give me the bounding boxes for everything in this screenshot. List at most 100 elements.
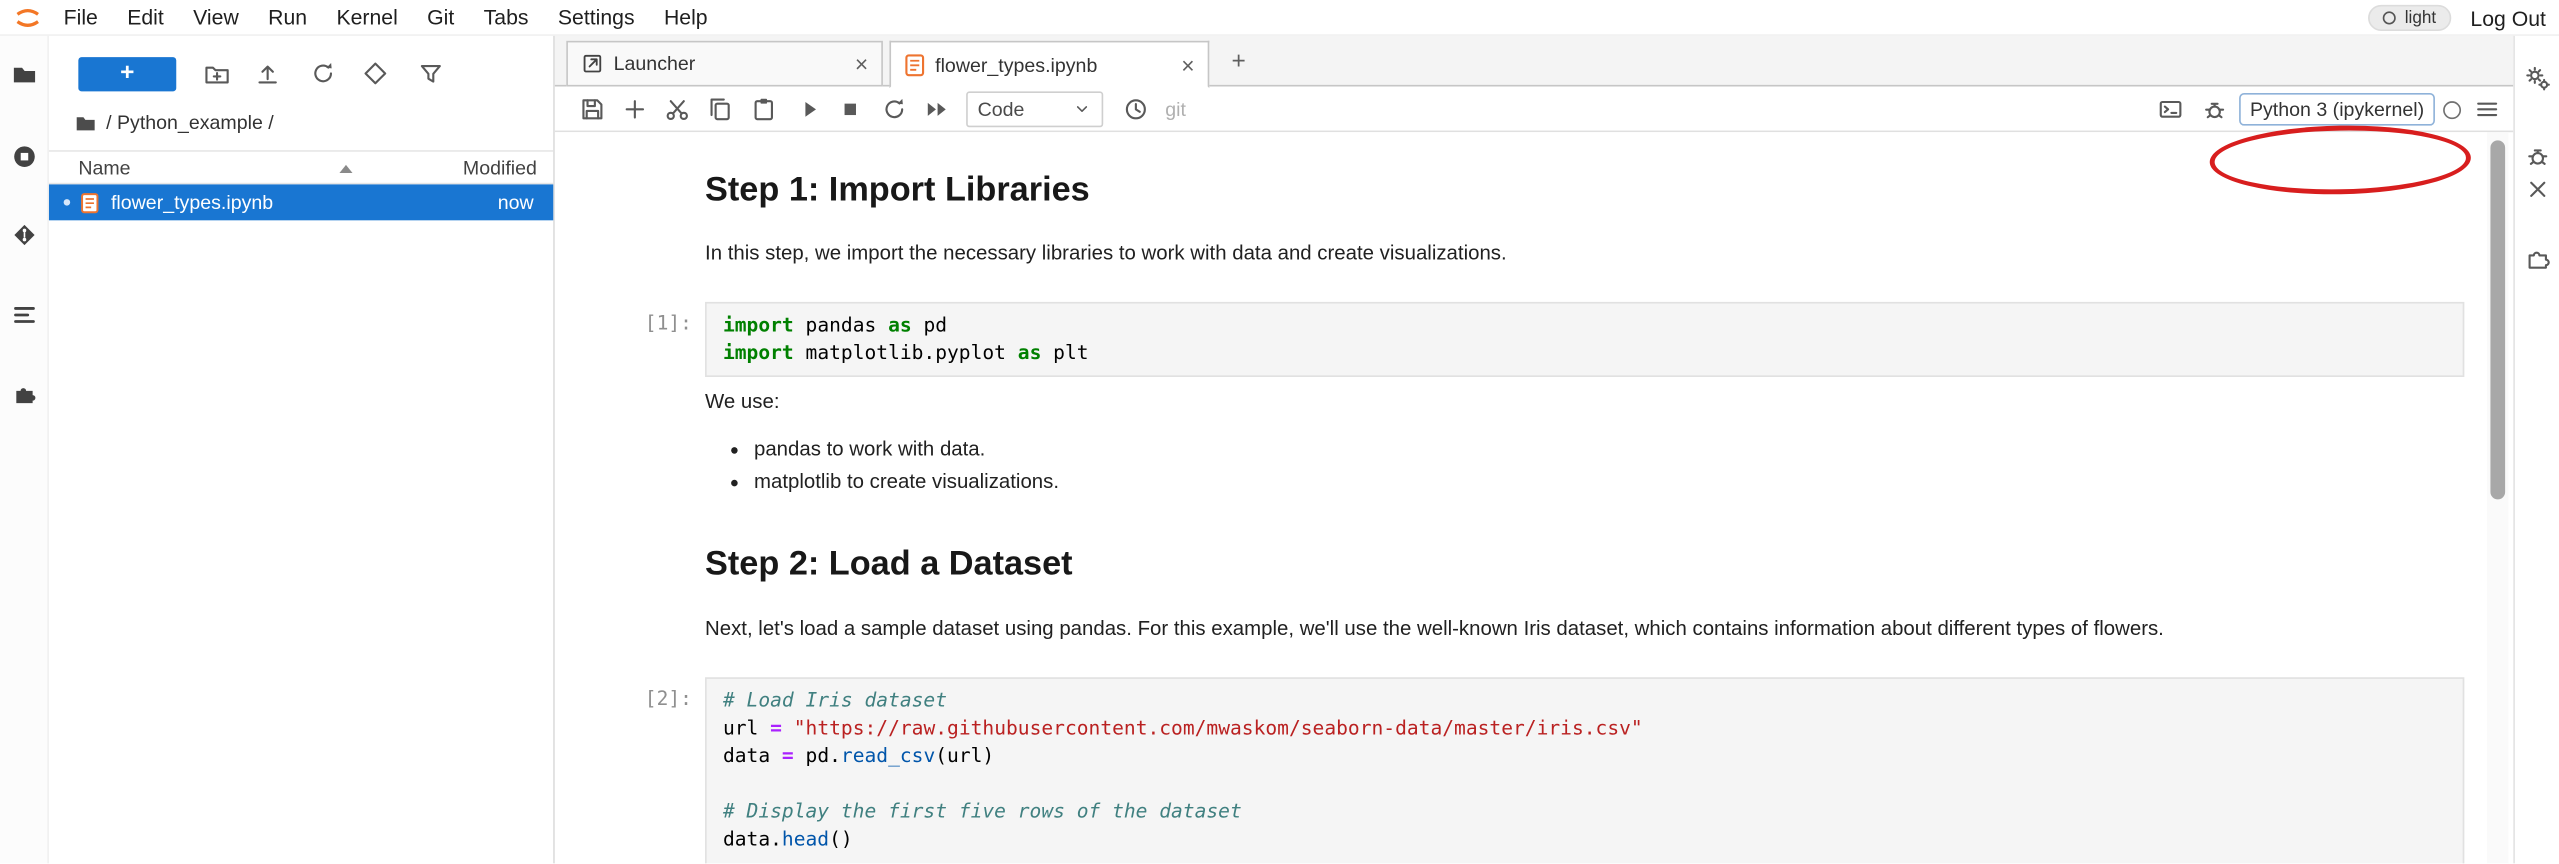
- code-cell-1[interactable]: import pandas as pdimport matplotlib.pyp…: [705, 302, 2464, 377]
- restart-icon: [881, 96, 907, 122]
- menu-item-run[interactable]: Run: [253, 0, 321, 36]
- tab-launcher[interactable]: Launcher ×: [566, 41, 883, 87]
- tab-label: flower_types.ipynb: [935, 53, 1097, 76]
- menu-item-kernel[interactable]: Kernel: [322, 0, 413, 36]
- copy-cell-button[interactable]: [707, 96, 733, 122]
- extensions-sidebar-button[interactable]: [2525, 245, 2551, 271]
- theme-toggle-label: light: [2405, 8, 2436, 28]
- file-row-selected[interactable]: flower_types.ipynb now: [49, 184, 553, 220]
- column-header-name[interactable]: Name: [78, 152, 130, 185]
- scrollbar-thumb[interactable]: [2490, 140, 2505, 499]
- kernel-status-icon[interactable]: [2443, 101, 2461, 119]
- theme-toggle-icon: [2383, 11, 2396, 24]
- tab-label: Launcher: [614, 52, 696, 75]
- menu-item-settings[interactable]: Settings: [543, 0, 649, 36]
- close-icon: [2525, 176, 2551, 202]
- property-inspector-button[interactable]: [2525, 65, 2551, 91]
- run-all-icon: [924, 96, 950, 122]
- debugger-sidebar-button[interactable]: [2525, 144, 2551, 170]
- restart-kernel-button[interactable]: [881, 96, 907, 122]
- notebook-menu-button[interactable]: [2474, 96, 2500, 122]
- jupyterlab-window: File Edit View Run Kernel Git Tabs Setti…: [0, 0, 2559, 863]
- launcher-tab-icon: [581, 52, 604, 75]
- git-diamond-icon: [362, 60, 388, 86]
- save-button[interactable]: [579, 96, 605, 122]
- sidebar-tab-extensions[interactable]: [11, 380, 37, 406]
- debugger-icon: [2202, 96, 2228, 122]
- close-panel-button[interactable]: [2525, 176, 2551, 202]
- hamburger-icon: [2474, 96, 2500, 122]
- cut-cell-button[interactable]: [664, 96, 690, 122]
- git-toolbar-label[interactable]: git: [1165, 86, 1186, 132]
- notebook-file-icon: [904, 53, 925, 76]
- bullet-item: pandas to work with data.: [754, 432, 1059, 465]
- interrupt-kernel-button[interactable]: [837, 96, 863, 122]
- right-activity-bar: [2513, 36, 2559, 863]
- cell-prompt-1: [1]:: [588, 310, 692, 338]
- tab-notebook[interactable]: flower_types.ipynb ×: [889, 41, 1209, 88]
- add-cell-button[interactable]: [622, 96, 648, 122]
- left-activity-bar: [0, 36, 49, 863]
- breadcrumb[interactable]: / Python_example /: [75, 108, 274, 137]
- sidebar-tab-files[interactable]: [11, 62, 37, 88]
- paste-cell-button[interactable]: [751, 96, 777, 122]
- close-tab-icon[interactable]: ×: [1181, 53, 1194, 76]
- markdown-paragraph[interactable]: We use:: [705, 390, 779, 413]
- new-launcher-button[interactable]: +: [78, 57, 176, 91]
- menu-item-edit[interactable]: Edit: [113, 0, 179, 36]
- execution-time-button[interactable]: [1123, 96, 1149, 122]
- menu-item-file[interactable]: File: [49, 0, 113, 36]
- paste-icon: [751, 96, 777, 122]
- run-cell-button[interactable]: [796, 96, 822, 122]
- terminal-panel-button[interactable]: [2158, 96, 2184, 122]
- markdown-heading-step2[interactable]: Step 2: Load a Dataset: [705, 545, 1073, 584]
- menu-item-tabs[interactable]: Tabs: [469, 0, 543, 36]
- notebook-content: Step 1: Import Libraries In this step, w…: [555, 132, 2487, 863]
- menu-item-view[interactable]: View: [178, 0, 253, 36]
- theme-toggle[interactable]: light: [2369, 5, 2451, 31]
- filter-button[interactable]: [418, 60, 444, 86]
- file-list-header: Name Modified: [49, 150, 553, 184]
- markdown-paragraph[interactable]: Next, let's load a sample dataset using …: [705, 617, 2164, 640]
- cut-icon: [664, 96, 690, 122]
- refresh-button[interactable]: [310, 60, 336, 86]
- markdown-paragraph[interactable]: In this step, we import the necessary li…: [705, 242, 1507, 265]
- stop-icon: [837, 96, 863, 122]
- markdown-heading-step1[interactable]: Step 1: Import Libraries: [705, 171, 1090, 210]
- file-modified: now: [498, 191, 534, 214]
- menu-bar: File Edit View Run Kernel Git Tabs Setti…: [0, 0, 2559, 36]
- logout-button[interactable]: Log Out: [2470, 6, 2546, 30]
- code-cell-2[interactable]: # Load Iris dataseturl = "https://raw.gi…: [705, 677, 2464, 863]
- close-tab-icon[interactable]: ×: [855, 52, 868, 75]
- markdown-bullet-list[interactable]: pandas to work with data. matplotlib to …: [705, 432, 1059, 497]
- cell-prompt-2: [2]:: [588, 685, 692, 713]
- sidebar-tab-toc[interactable]: [11, 302, 37, 328]
- new-folder-icon: [204, 60, 230, 86]
- refresh-icon: [310, 60, 336, 86]
- run-icon: [796, 96, 822, 122]
- table-of-contents-icon: [11, 302, 37, 328]
- clock-icon: [1123, 96, 1149, 122]
- notebook-file-icon: [80, 192, 100, 213]
- sidebar-tab-git[interactable]: [11, 222, 37, 248]
- tab-bar: Launcher × flower_types.ipynb × +: [555, 36, 2513, 87]
- restart-run-all-button[interactable]: [924, 96, 950, 122]
- bug-icon: [2525, 144, 2551, 170]
- git-clone-button[interactable]: [362, 60, 388, 86]
- debugger-button[interactable]: [2202, 96, 2228, 122]
- menu-bar-right: light Log Out: [2369, 0, 2546, 36]
- sidebar-tab-running[interactable]: [11, 144, 37, 170]
- file-name: flower_types.ipynb: [111, 191, 273, 214]
- git-icon: [11, 222, 37, 248]
- menu-item-help[interactable]: Help: [649, 0, 722, 36]
- terminal-icon: [2158, 96, 2184, 122]
- column-header-modified[interactable]: Modified: [463, 152, 537, 185]
- new-folder-button[interactable]: [204, 60, 230, 86]
- kernel-selector-button[interactable]: Python 3 (ipykernel): [2239, 93, 2435, 126]
- menu-item-git[interactable]: Git: [412, 0, 469, 36]
- upload-button[interactable]: [255, 60, 281, 86]
- new-tab-button[interactable]: +: [1224, 47, 1253, 76]
- breadcrumb-path: / Python_example /: [106, 111, 274, 134]
- cell-type-dropdown[interactable]: Code: [966, 91, 1103, 127]
- notebook-scrollbar[interactable]: [2487, 132, 2508, 863]
